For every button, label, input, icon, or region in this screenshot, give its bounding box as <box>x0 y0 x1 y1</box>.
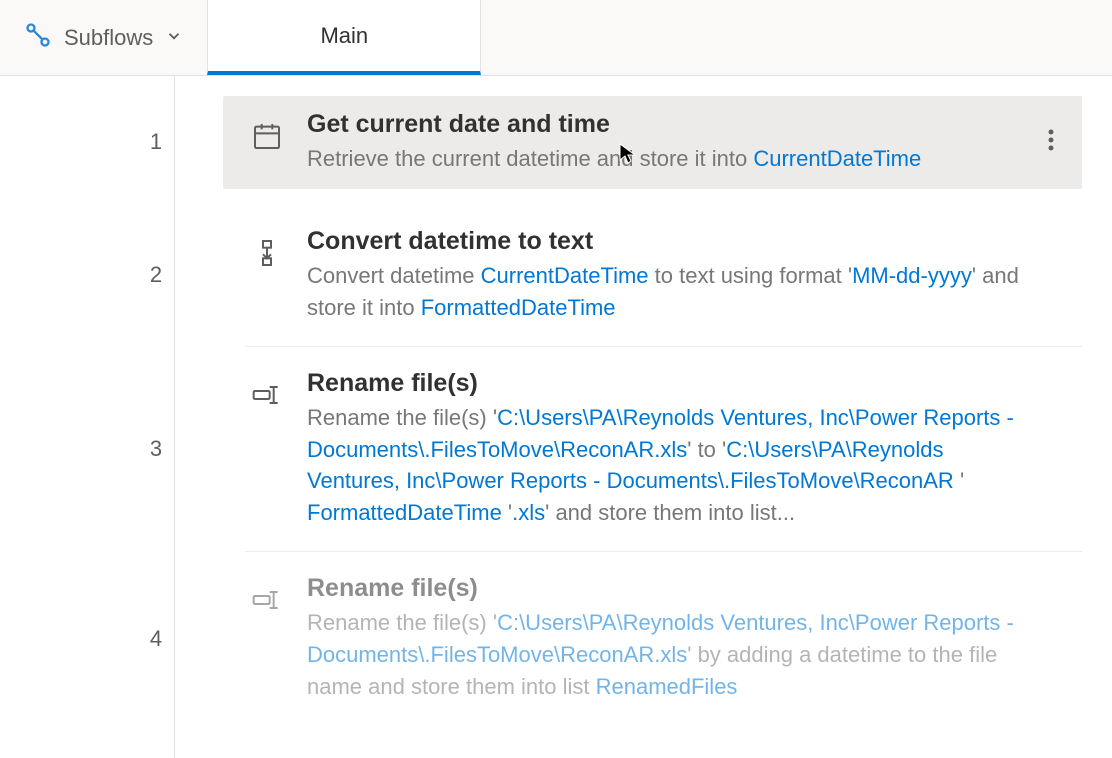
spacer <box>223 189 1082 213</box>
action-description: Retrieve the current datetime and store … <box>307 143 1022 175</box>
description-text: ' and store them into list... <box>545 500 795 525</box>
description-text: ' to ' <box>687 437 726 462</box>
workspace: 1 Get current date and time Retrieve the c… <box>0 76 1112 758</box>
line-number: 2 <box>141 262 171 288</box>
description-text: ' <box>502 500 512 525</box>
literal-token: .xls <box>512 500 545 525</box>
action-title: Get current date and time <box>307 110 1022 139</box>
more-actions-button[interactable] <box>1040 120 1062 165</box>
variable-token[interactable]: CurrentDateTime <box>481 263 649 288</box>
row-separator <box>245 551 1082 552</box>
line-number: 4 <box>141 626 171 652</box>
action-description: Rename the file(s) 'C:\Users\PA\Reynolds… <box>307 607 1022 703</box>
line-number: 1 <box>141 129 171 155</box>
literal-token: MM-dd-yyyy <box>852 263 972 288</box>
action-title: Convert datetime to text <box>307 227 1022 256</box>
action-title: Rename file(s) <box>307 369 1022 398</box>
variable-token[interactable]: FormattedDateTime <box>307 500 502 525</box>
action-content: Get current date and time Retrieve the cu… <box>307 110 1082 175</box>
description-text: ' <box>960 468 964 493</box>
variable-token[interactable]: RenamedFiles <box>596 674 738 699</box>
calendar-icon <box>245 114 289 158</box>
rename-icon <box>245 373 289 417</box>
flow-action-row[interactable]: 1Get current date and timeRetrieve the c… <box>223 96 1082 189</box>
variable-token[interactable]: FormattedDateTime <box>421 295 616 320</box>
flow-actions-list: 1Get current date and timeRetrieve the c… <box>175 76 1112 758</box>
action-description: Rename the file(s) 'C:\Users\PA\Reynolds… <box>307 402 1022 530</box>
action-title: Rename file(s) <box>307 574 1022 603</box>
line-number: 3 <box>141 436 171 462</box>
subflows-icon <box>24 21 52 55</box>
toolbar: Subflows Main <box>0 0 1112 76</box>
subflows-dropdown[interactable]: Subflows <box>0 0 207 75</box>
description-text: Rename the file(s) ' <box>307 405 497 430</box>
description-text: Rename the file(s) ' <box>307 610 497 635</box>
action-description: Convert datetime CurrentDateTime to text… <box>307 260 1022 324</box>
convert-icon <box>245 231 289 275</box>
description-text: to text using format ' <box>649 263 853 288</box>
subflows-label: Subflows <box>64 25 153 51</box>
flow-action-row[interactable]: 2Convert datetime to textConvert datetim… <box>223 213 1082 338</box>
description-text: Retrieve the current datetime and store … <box>307 146 753 171</box>
chevron-down-icon <box>165 25 183 51</box>
action-content: Rename file(s) Rename the file(s) 'C:\Use… <box>307 574 1082 703</box>
description-text: Convert datetime <box>307 263 481 288</box>
line-number-gutter <box>0 76 175 758</box>
flow-action-row[interactable]: 4Rename file(s)Rename the file(s) 'C:\Us… <box>223 560 1082 717</box>
action-content: Convert datetime to text Convert datetime… <box>307 227 1082 324</box>
row-separator <box>245 346 1082 347</box>
variable-token[interactable]: CurrentDateTime <box>753 146 921 171</box>
tab-main[interactable]: Main <box>207 0 481 75</box>
rename-icon <box>245 578 289 622</box>
flow-action-row[interactable]: 3Rename file(s)Rename the file(s) 'C:\Us… <box>223 355 1082 544</box>
tab-main-label: Main <box>320 23 368 49</box>
action-content: Rename file(s) Rename the file(s) 'C:\Use… <box>307 369 1082 530</box>
